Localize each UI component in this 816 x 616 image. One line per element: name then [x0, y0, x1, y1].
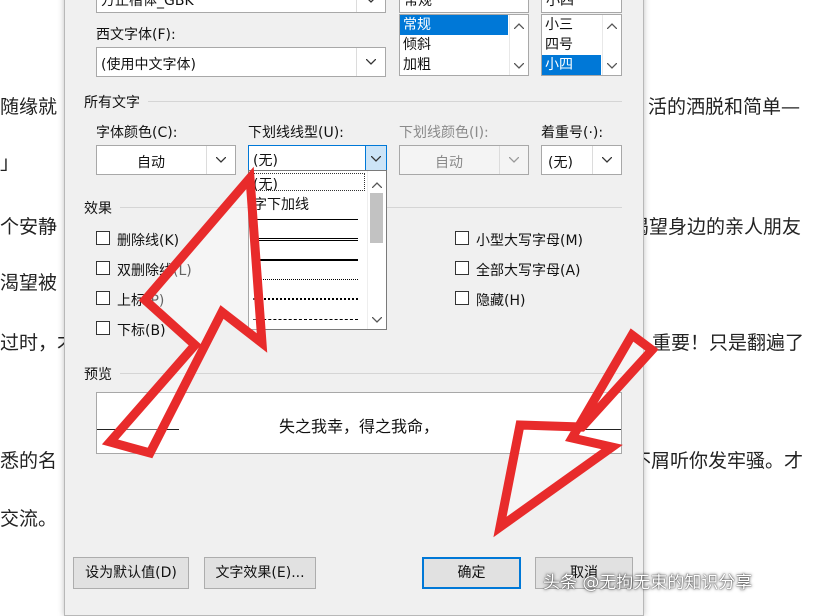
watermark-text: 头条 @无拘无束的知识分享: [543, 573, 753, 593]
annotation-arrows: [101, 166, 659, 538]
arrow-to-ok-icon: [493, 328, 659, 538]
arrow-to-dropdown-icon: [101, 166, 268, 459]
